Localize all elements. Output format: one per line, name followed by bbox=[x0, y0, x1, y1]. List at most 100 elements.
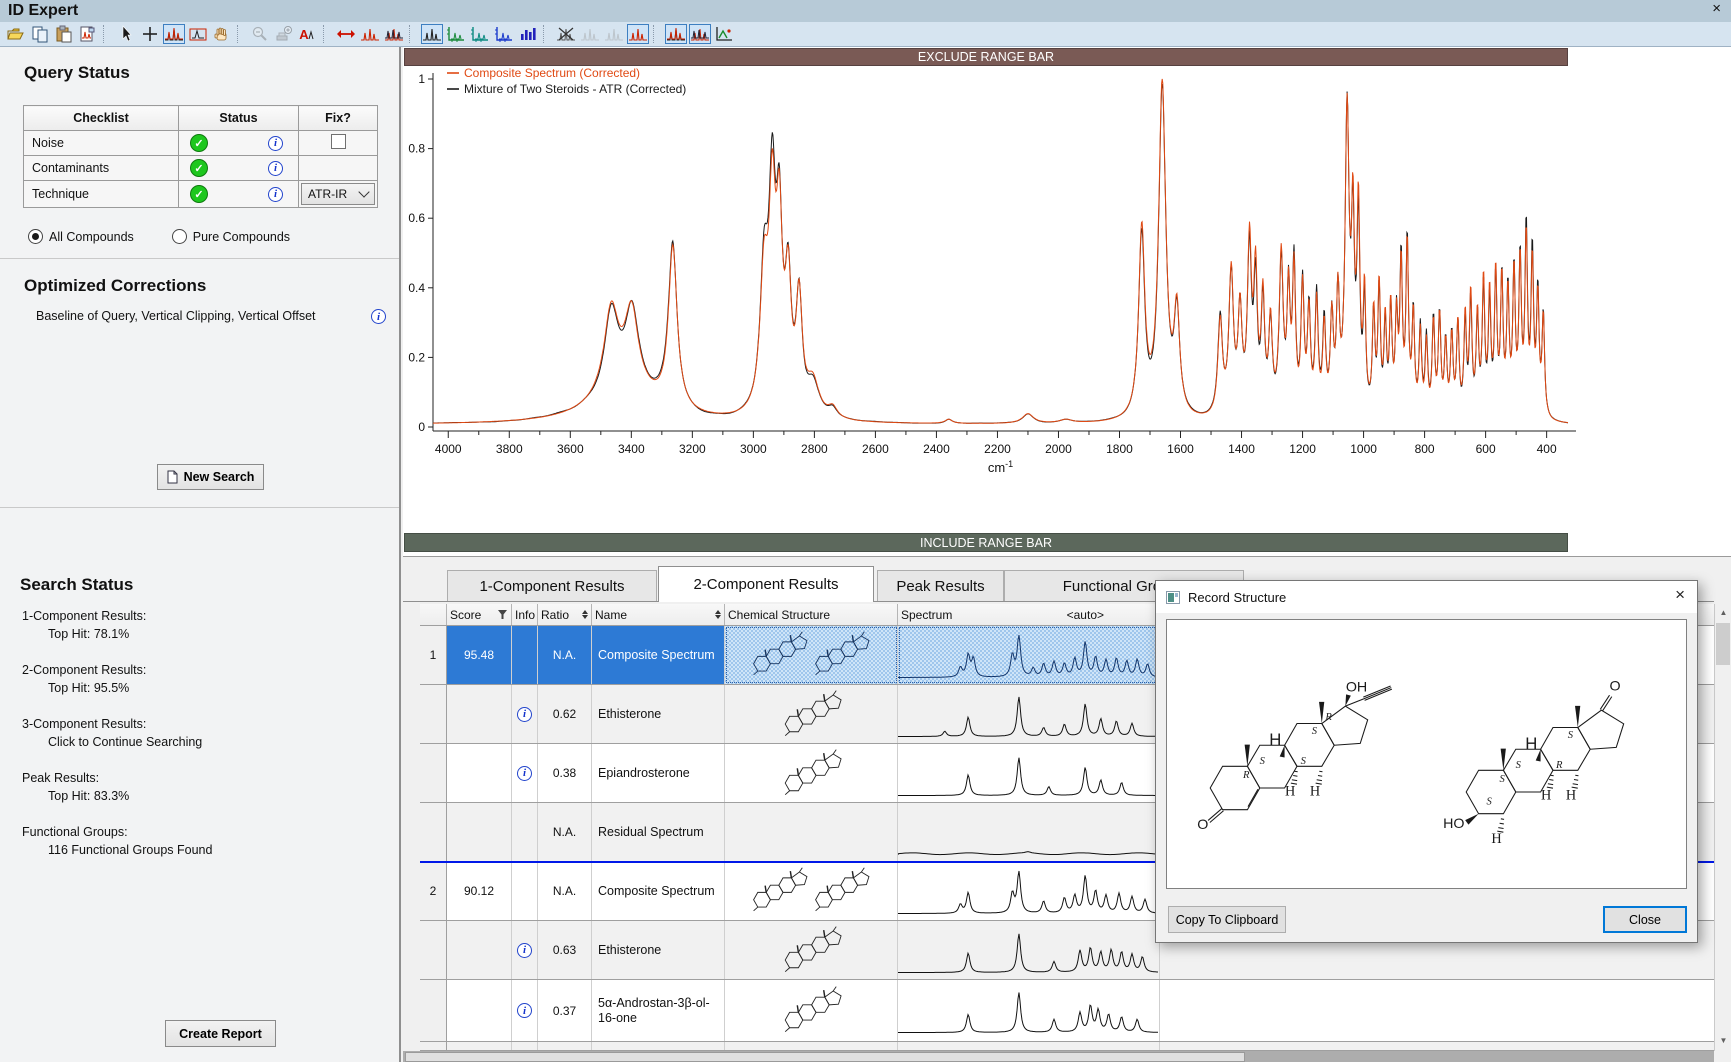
column-header-ratio[interactable]: Ratio bbox=[538, 604, 592, 625]
zoom-out-icon[interactable] bbox=[249, 24, 271, 44]
ir-spectrum-chart[interactable]: 00.20.40.60.8140003800360034003200300028… bbox=[403, 47, 1731, 556]
radio-pure-compounds[interactable]: Pure Compounds bbox=[172, 229, 290, 244]
scrollbar-thumb[interactable] bbox=[405, 1052, 1245, 1062]
info-icon[interactable]: i bbox=[268, 161, 283, 176]
include-range-bar[interactable]: INCLUDE RANGE BAR bbox=[404, 533, 1568, 552]
spectrum-cell[interactable] bbox=[898, 626, 1160, 684]
dual-spectra-icon[interactable] bbox=[665, 24, 687, 44]
info-icon[interactable]: i bbox=[371, 309, 386, 324]
spectrum-cell[interactable] bbox=[898, 862, 1160, 920]
sort-icon[interactable] bbox=[582, 610, 588, 619]
pointer-icon[interactable] bbox=[115, 24, 137, 44]
search-result-label: Peak Results: bbox=[22, 771, 99, 785]
scroll-down-icon[interactable]: ▼ bbox=[1715, 1032, 1731, 1049]
column-header-structure[interactable]: Chemical Structure bbox=[725, 604, 898, 625]
copy-to-clipboard-button[interactable]: Copy To Clipboard bbox=[1168, 906, 1286, 933]
search-result-value[interactable]: Click to Continue Searching bbox=[48, 735, 202, 749]
spectrum-cell[interactable] bbox=[898, 980, 1160, 1041]
ratio-cell: N.A. bbox=[538, 862, 592, 920]
table-row[interactable] bbox=[420, 1042, 1714, 1051]
create-report-button[interactable]: Create Report bbox=[165, 1020, 276, 1047]
overlay-off-icon[interactable] bbox=[579, 24, 601, 44]
column-header-rank[interactable] bbox=[420, 604, 447, 625]
pan-hand-icon[interactable] bbox=[211, 24, 233, 44]
paste-icon[interactable] bbox=[53, 24, 75, 44]
multi-view-icon[interactable] bbox=[493, 24, 515, 44]
info-icon[interactable]: i bbox=[268, 187, 283, 202]
table-row[interactable]: i0.375α-Androstan-3β-ol-16-one bbox=[420, 980, 1714, 1042]
histogram-view-icon[interactable] bbox=[517, 24, 539, 44]
technique-dropdown[interactable]: ATR-IR bbox=[301, 183, 375, 205]
auto-scale-selector[interactable]: <auto> bbox=[1067, 608, 1104, 622]
horizontal-scrollbar[interactable] bbox=[403, 1051, 1714, 1062]
rank-cell bbox=[420, 803, 447, 861]
dialog-title-bar[interactable]: Record Structure × bbox=[1156, 581, 1697, 613]
structure-cell[interactable] bbox=[725, 862, 898, 920]
spectrum-cell[interactable] bbox=[898, 685, 1160, 743]
report-view-icon[interactable] bbox=[713, 24, 735, 44]
info-icon[interactable]: i bbox=[517, 1003, 532, 1018]
annotate-icon[interactable]: A bbox=[297, 24, 319, 44]
filter-icon[interactable] bbox=[498, 610, 508, 620]
info-icon[interactable]: i bbox=[268, 136, 283, 151]
structure-cell[interactable] bbox=[725, 1042, 898, 1050]
scrollbar-thumb[interactable] bbox=[1716, 623, 1730, 665]
radio-all-compounds[interactable]: All Compounds bbox=[28, 229, 134, 244]
peak-pick-icon[interactable] bbox=[359, 24, 381, 44]
spectrum-cell[interactable] bbox=[898, 744, 1160, 802]
copy-icon[interactable] bbox=[29, 24, 51, 44]
structure-cell[interactable] bbox=[725, 744, 898, 802]
svg-text:R: R bbox=[1324, 712, 1332, 723]
tab-1-component-results[interactable]: 1-Component Results bbox=[447, 570, 657, 601]
spectrum-cell[interactable] bbox=[898, 1042, 1160, 1050]
structure-cell[interactable] bbox=[725, 626, 898, 684]
box-select-icon[interactable] bbox=[187, 24, 209, 44]
zoom-reset-icon[interactable] bbox=[273, 24, 295, 44]
new-search-button[interactable]: New Search bbox=[157, 464, 264, 490]
column-header-info[interactable]: Info bbox=[512, 604, 538, 625]
column-header-spectrum[interactable]: Spectrum<auto> bbox=[898, 604, 1160, 625]
single-view-icon[interactable] bbox=[421, 24, 443, 44]
column-header-score[interactable]: Score bbox=[447, 604, 512, 625]
dialog-close-icon[interactable]: × bbox=[1675, 585, 1685, 605]
autoscale-icon[interactable] bbox=[383, 24, 405, 44]
window-close-icon[interactable]: × bbox=[1712, 0, 1721, 17]
spectrum-cell[interactable] bbox=[898, 921, 1160, 979]
fix-checkbox[interactable] bbox=[331, 134, 346, 149]
full-scale-icon[interactable] bbox=[335, 24, 357, 44]
svg-text:3200: 3200 bbox=[679, 442, 706, 456]
region-tool-icon[interactable] bbox=[163, 24, 185, 44]
compare-view-icon[interactable] bbox=[627, 24, 649, 44]
dual-spectra2-icon[interactable] bbox=[689, 24, 711, 44]
crosshair-icon[interactable] bbox=[139, 24, 161, 44]
column-header[interactable]: Status bbox=[179, 106, 299, 131]
stack-off-icon[interactable] bbox=[603, 24, 625, 44]
spectrum-cell[interactable] bbox=[898, 803, 1160, 861]
toolbar-separator bbox=[323, 25, 331, 43]
dialog-title: Record Structure bbox=[1188, 590, 1286, 605]
column-header[interactable]: Checklist bbox=[24, 106, 179, 131]
column-header-name[interactable]: Name bbox=[592, 604, 725, 625]
open-file-icon[interactable] bbox=[5, 24, 27, 44]
structure-cell[interactable] bbox=[725, 685, 898, 743]
structure-cell[interactable] bbox=[725, 921, 898, 979]
tab-2-component-results[interactable]: 2-Component Results bbox=[658, 566, 874, 602]
close-button[interactable]: Close bbox=[1603, 906, 1687, 933]
create-report-label: Create Report bbox=[179, 1027, 262, 1041]
structure-cell[interactable] bbox=[725, 803, 898, 861]
stack-view-icon[interactable] bbox=[445, 24, 467, 44]
tab-peak-results[interactable]: Peak Results bbox=[877, 570, 1004, 601]
sort-icon[interactable] bbox=[715, 610, 721, 619]
info-icon[interactable]: i bbox=[517, 766, 532, 781]
structure-cell[interactable] bbox=[725, 980, 898, 1041]
split-view-icon[interactable] bbox=[469, 24, 491, 44]
info-icon[interactable]: i bbox=[517, 943, 532, 958]
vertical-scrollbar[interactable]: ▲ ▼ bbox=[1714, 604, 1731, 1051]
column-header[interactable]: Fix? bbox=[299, 106, 378, 131]
exclude-tool-icon[interactable] bbox=[555, 24, 577, 44]
steroid-structures: HHHOOHRSSSRHHHHOHOSSRSS bbox=[1167, 620, 1686, 888]
report-preview-icon[interactable] bbox=[77, 24, 99, 44]
exclude-range-bar[interactable]: EXCLUDE RANGE BAR bbox=[404, 48, 1568, 66]
scroll-up-icon[interactable]: ▲ bbox=[1715, 604, 1731, 621]
info-icon[interactable]: i bbox=[517, 707, 532, 722]
